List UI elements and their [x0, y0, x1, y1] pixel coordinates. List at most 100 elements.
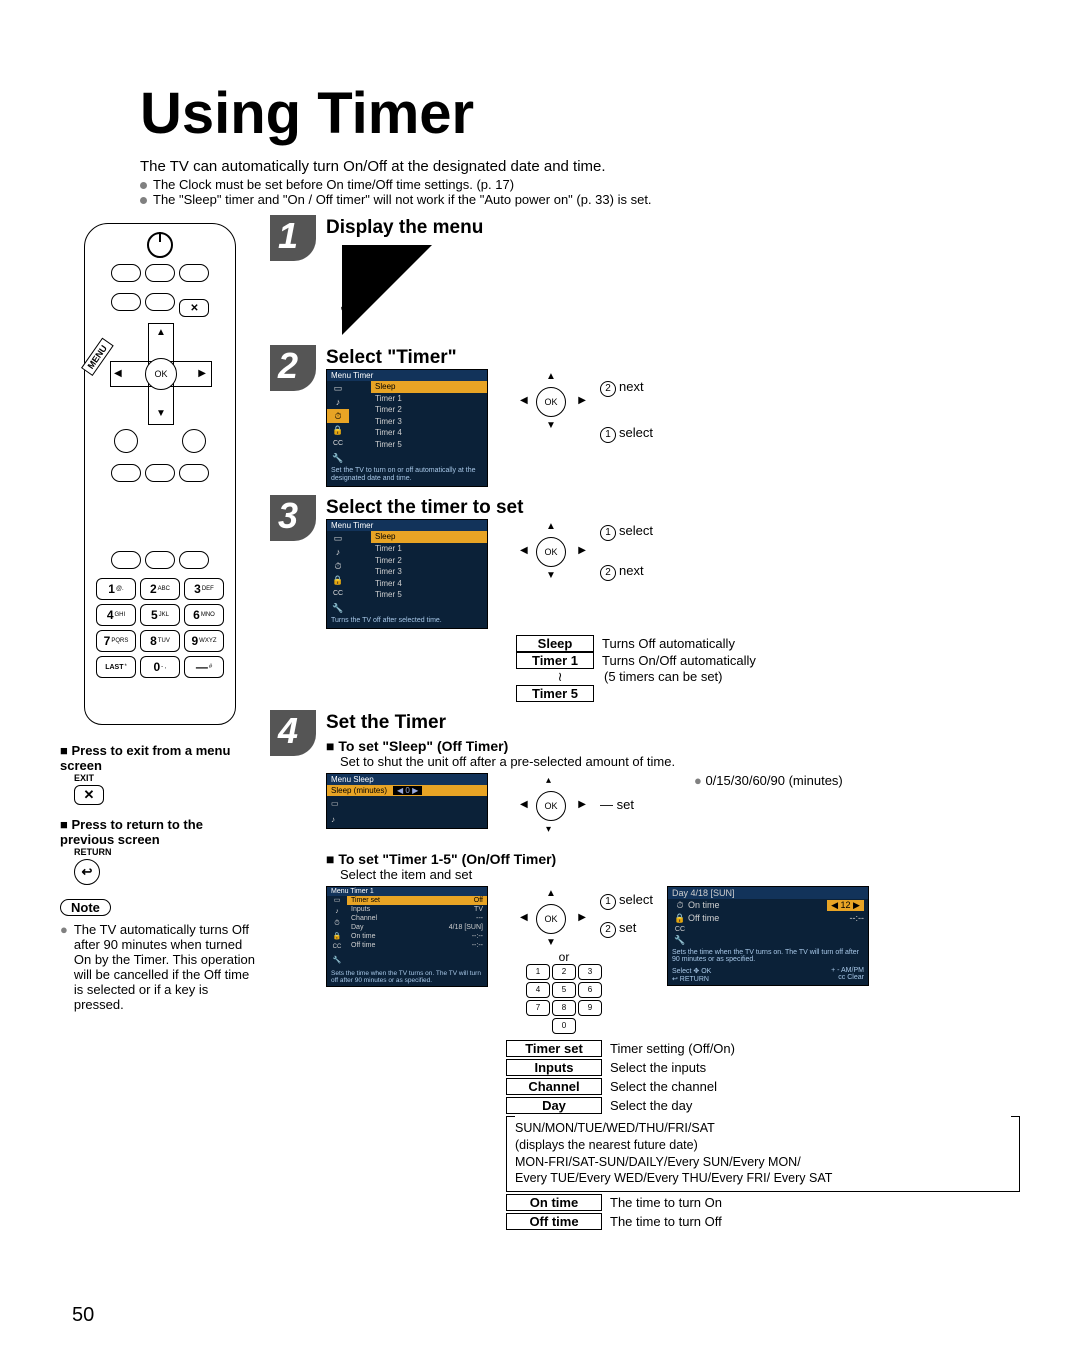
desc: (5 timers can be set)	[604, 669, 723, 684]
clock-icon: ⏱	[327, 920, 347, 932]
mini-key: 0	[552, 1018, 576, 1034]
tv-icon: ▭	[327, 896, 347, 908]
menu-path: Menu Timer	[327, 370, 487, 382]
day-popup: Day 4/18 [SUN] ⏱ On time ◀ 12 ▶ 🔒 Off ti…	[667, 886, 869, 986]
remote-btn	[111, 293, 141, 311]
arrow-down-icon: ▼	[156, 408, 166, 419]
arrow-right-icon: ▶	[578, 799, 586, 810]
clock-icon: ⏱	[327, 409, 349, 423]
label-timer1: Timer 1	[516, 652, 594, 669]
intro-line: The TV can automatically turn On/Off at …	[140, 157, 1020, 177]
intro-bullet-0: The Clock must be set before On time/Off…	[153, 177, 514, 192]
timer-row: InputsTV	[347, 905, 487, 914]
ok-nav: ▴ ▾ ◀ ▶ OK	[518, 773, 588, 837]
day-values-box: SUN/MON/TUE/WED/THU/FRI/SAT (displays th…	[506, 1116, 1020, 1193]
return-label: RETURN	[74, 847, 260, 857]
key-9: 9WXYZ	[184, 630, 224, 652]
arrow-down-icon: ▼	[546, 937, 556, 948]
arrow-down-icon: ▾	[546, 824, 551, 835]
side-notes: ■ Press to exit from a menu screen EXIT …	[60, 743, 260, 1012]
step-1-title: Display the menu	[326, 217, 1020, 239]
arrow-right-icon: ▶	[578, 545, 586, 556]
remote-column: ✕ MENU ▲ ▼ ◀ ▶ OK	[60, 215, 260, 1012]
note-text: The TV automatically turns Off after 90 …	[74, 922, 260, 1012]
vertical-wavy-arrow-icon: ≀	[516, 669, 604, 685]
cc-icon: CC	[672, 926, 688, 933]
key-hash: —#	[184, 656, 224, 678]
menu-item: Timer 1	[371, 543, 487, 555]
key-last: LAST*	[96, 656, 136, 678]
or-label: or	[526, 950, 602, 964]
remote-btn	[145, 464, 175, 482]
music-icon: ♪	[327, 395, 349, 409]
sleep-row: Sleep (minutes) ◀ 0 ▶	[327, 785, 487, 796]
arrow-up-icon: ▲	[546, 371, 556, 382]
menu-path: Menu Timer	[327, 520, 487, 532]
annot-next: next	[619, 563, 644, 578]
power-icon	[147, 232, 173, 258]
annot-next: next	[619, 379, 644, 394]
or-keypad-block: or 1 2 3 4 5 6 7 8 9	[526, 950, 602, 1034]
bullet-dot	[140, 182, 147, 189]
sleep-values: ● 0/15/30/60/90 (minutes)	[694, 773, 843, 788]
desc: Select the day	[610, 1098, 692, 1113]
arrow-left-icon: ◀	[520, 912, 528, 923]
remote-btn	[145, 264, 175, 282]
remote-btn	[179, 264, 209, 282]
menu-button-illustration: ☞	[332, 245, 422, 335]
remote-btn	[145, 551, 175, 569]
ok-nav: ▲ ▼ ◀ ▶ OK	[518, 886, 588, 950]
wrench-icon: 🔧	[327, 601, 349, 615]
menu-path: Menu Sleep	[327, 774, 487, 785]
remote-btn	[111, 264, 141, 282]
arrow-up-icon: ▲	[546, 888, 556, 899]
circled-1-icon: 1	[600, 894, 616, 910]
lock-icon: 🔒	[672, 913, 688, 924]
ok-nav: ▲ ▼ ◀ ▶ OK	[518, 369, 588, 433]
steps-column: 1 Display the menu ☞ 2 Select "Timer"	[260, 215, 1020, 1241]
timer15-heading: ■ To set "Timer 1-5" (On/Off Timer)	[326, 851, 1020, 867]
timer-row: Day4/18 [SUN]	[347, 923, 487, 932]
bullet-dot	[140, 197, 147, 204]
annot-set: — set	[600, 797, 634, 812]
arrow-up-icon: ▴	[546, 775, 551, 786]
mini-key: 1	[526, 964, 550, 980]
mini-key: 8	[552, 1000, 576, 1016]
step-badge-3: 3	[270, 495, 316, 541]
ok-button: OK	[536, 387, 566, 417]
mini-key: 5	[552, 982, 576, 998]
step-badge-1: 1	[270, 215, 316, 261]
label-inputs: Inputs	[506, 1059, 602, 1076]
music-icon: ♪	[327, 908, 347, 920]
arrow-down-icon: ▼	[546, 420, 556, 431]
circled-1-icon: 1	[600, 427, 616, 443]
label-on-time: On time	[506, 1194, 602, 1211]
nav-annotations: 2next 1select	[600, 369, 653, 443]
cc-icon: CC	[327, 944, 347, 956]
label-timer-set: Timer set	[506, 1040, 602, 1057]
mini-key: 3	[578, 964, 602, 980]
nav-annotations: 1select 2set	[600, 886, 653, 938]
arrow-down-icon: ▼	[546, 570, 556, 581]
menu-item: Timer 4	[371, 578, 487, 590]
menu-item: Timer 4	[371, 427, 487, 439]
clock-icon: ⏱	[327, 559, 349, 573]
tv-icon: ▭	[331, 799, 339, 808]
arrow-up-icon: ▲	[546, 521, 556, 532]
timer-row: Off time--:--	[347, 941, 487, 950]
side-exit-heading: ■ Press to exit from a menu screen	[60, 743, 230, 773]
annot-select: select	[619, 523, 653, 538]
key-6: 6MNO	[184, 604, 224, 626]
remote-btn	[111, 464, 141, 482]
menu-screenshot: Menu Timer ▭ ♪ ⏱ 🔒 CC 🔧	[326, 519, 488, 629]
clock-icon: ⏱	[672, 900, 688, 911]
menu-screenshot: Menu Timer ▭ ♪ ⏱ 🔒 CC 🔧	[326, 369, 488, 487]
ok-button: OK	[536, 537, 566, 567]
menu-hint: Set the TV to turn on or off automatical…	[327, 465, 487, 486]
mini-key: 6	[578, 982, 602, 998]
ok-button: OK	[145, 358, 177, 390]
circled-2-icon: 2	[600, 565, 616, 581]
lock-icon: 🔒	[327, 423, 349, 437]
menu-item: Timer 3	[371, 416, 487, 428]
timer-options-table: SleepTurns Off automatically Timer 1Turn…	[516, 635, 1020, 702]
